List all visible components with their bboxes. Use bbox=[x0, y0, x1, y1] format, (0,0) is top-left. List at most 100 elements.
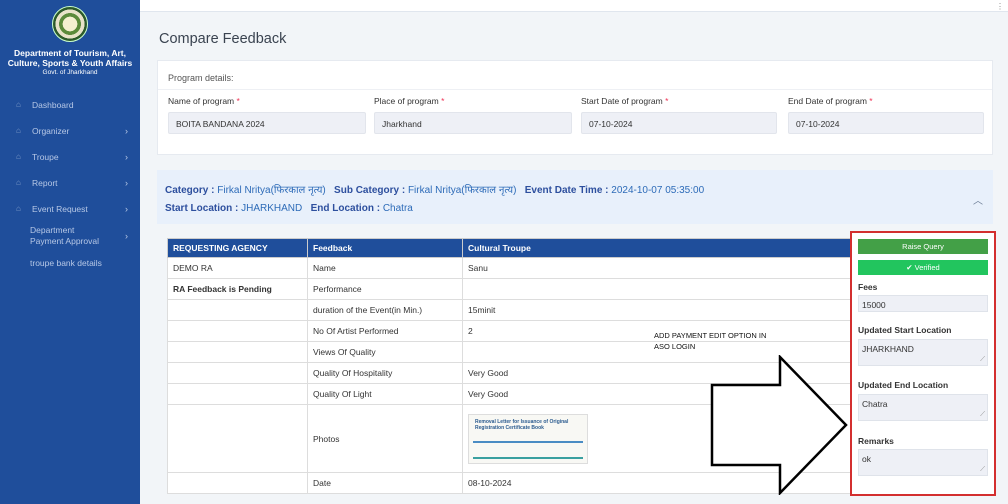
updated-start-location-label: Updated Start Location bbox=[858, 325, 952, 335]
sidebar-item-label: Report bbox=[32, 178, 58, 188]
column-header: Cultural Troupe bbox=[462, 238, 867, 258]
table-cell: Date bbox=[307, 472, 463, 494]
program-details-title: Program details: bbox=[168, 73, 234, 83]
verification-panel: Raise Query ✔ Verified Fees 15000 Update… bbox=[850, 231, 996, 496]
program-start-date-label: Start Date of program * bbox=[581, 96, 669, 106]
program-end-date-label: End Date of program * bbox=[788, 96, 873, 106]
table-header-row: REQUESTING AGENCY Feedback Cultural Trou… bbox=[167, 238, 867, 258]
sidebar-item-label: Dashboard bbox=[32, 100, 74, 110]
table-cell bbox=[167, 362, 308, 384]
main-content: ⋮ Compare Feedback Program details: Name… bbox=[140, 0, 1008, 504]
sidebar-item-event-request[interactable]: ⌂ Event Request › bbox=[0, 196, 140, 222]
table-cell: Quality Of Hospitality bbox=[307, 362, 463, 384]
chevron-right-icon: › bbox=[125, 152, 128, 162]
updated-end-location-textarea[interactable]: Chatra ⟋ bbox=[858, 394, 988, 421]
program-details-card: Program details: Name of program * BOITA… bbox=[157, 60, 993, 155]
program-name-label: Name of program * bbox=[168, 96, 240, 106]
fees-input[interactable]: 15000 bbox=[858, 295, 988, 312]
program-name-field: Name of program * BOITA BANDANA 2024 bbox=[168, 96, 366, 134]
photo-thumbnail[interactable]: Removal Letter for Issuance of Original … bbox=[468, 413, 588, 464]
chevron-right-icon: › bbox=[125, 230, 128, 241]
table-cell bbox=[167, 383, 308, 405]
home-icon: ⌂ bbox=[16, 204, 21, 213]
sidebar-item-dashboard[interactable]: ⌂ Dashboard bbox=[0, 92, 140, 118]
home-icon: ⌂ bbox=[16, 152, 21, 161]
sidebar-item-label: Event Request bbox=[32, 204, 88, 214]
table-cell: No Of Artist Performed bbox=[307, 320, 463, 342]
program-start-date-input[interactable]: 07-10-2024 bbox=[581, 112, 777, 134]
divider bbox=[158, 89, 992, 90]
sidebar-item-organizer[interactable]: ⌂ Organizer › bbox=[0, 118, 140, 144]
raise-query-button[interactable]: Raise Query bbox=[858, 239, 988, 254]
annotation-text: ADD PAYMENT EDIT OPTION IN ASO LOGIN bbox=[654, 331, 767, 351]
table-cell: Performance bbox=[307, 278, 463, 300]
chevron-right-icon: › bbox=[125, 204, 128, 214]
department-name: Department of Tourism, Art, Culture, Spo… bbox=[7, 48, 133, 68]
home-icon: ⌂ bbox=[16, 126, 21, 135]
updated-end-location-label: Updated End Location bbox=[858, 380, 949, 390]
table-cell bbox=[462, 278, 867, 300]
resize-handle-icon[interactable]: ⟋ bbox=[980, 356, 985, 364]
sidebar: Department of Tourism, Art, Culture, Spo… bbox=[0, 0, 140, 504]
location-line: Start Location : JHARKHAND End Location … bbox=[165, 203, 413, 214]
table-cell: Quality Of Light bbox=[307, 383, 463, 405]
sidebar-nav: ⌂ Dashboard ⌂ Organizer › ⌂ Troupe › ⌂ R… bbox=[0, 92, 140, 276]
program-end-date-input[interactable]: 07-10-2024 bbox=[788, 112, 984, 134]
sidebar-item-troupe[interactable]: ⌂ Troupe › bbox=[0, 144, 140, 170]
remarks-label: Remarks bbox=[858, 436, 894, 446]
sidebar-item-label: Department Payment Approval bbox=[30, 225, 99, 246]
more-icon[interactable]: ⋮ bbox=[996, 2, 1004, 11]
table-cell: DEMO RA bbox=[167, 257, 308, 279]
chevron-right-icon: › bbox=[125, 178, 128, 188]
jharkhand-emblem-logo bbox=[52, 6, 88, 42]
table-cell: Name bbox=[307, 257, 463, 279]
program-place-label: Place of program * bbox=[374, 96, 445, 106]
program-name-input[interactable]: BOITA BANDANA 2024 bbox=[168, 112, 366, 134]
table-cell: Sanu bbox=[462, 257, 867, 279]
table-cell bbox=[167, 299, 308, 321]
sidebar-item-troupe-bank-details[interactable]: troupe bank details bbox=[0, 250, 140, 276]
category-line: Category : Firkal Nritya(फिरकाल नृत्य) S… bbox=[165, 185, 705, 196]
home-icon: ⌂ bbox=[16, 100, 21, 109]
table-cell: Photos bbox=[307, 404, 463, 473]
photo-caption: Removal Letter for Issuance of Original … bbox=[475, 418, 569, 431]
fees-label: Fees bbox=[858, 282, 878, 292]
govt-label: Govt. of Jharkhand bbox=[42, 69, 98, 76]
resize-handle-icon[interactable]: ⟋ bbox=[980, 411, 985, 419]
sidebar-item-department-payment-approval[interactable]: Department Payment Approval › bbox=[0, 222, 140, 250]
table-cell bbox=[167, 404, 308, 473]
top-bar: ⋮ bbox=[140, 0, 1008, 12]
table-cell: 15minit bbox=[462, 299, 867, 321]
column-header: Feedback bbox=[307, 238, 463, 258]
column-header: REQUESTING AGENCY bbox=[167, 238, 308, 258]
table-cell: duration of the Event(in Min.) bbox=[307, 299, 463, 321]
program-end-date-field: End Date of program * 07-10-2024 bbox=[788, 96, 984, 134]
photo-bar bbox=[473, 456, 583, 459]
table-cell bbox=[167, 341, 308, 363]
page-title: Compare Feedback bbox=[159, 31, 287, 47]
program-place-input[interactable]: Jharkhand bbox=[374, 112, 572, 134]
table-row: duration of the Event(in Min.) 15minit bbox=[167, 299, 867, 321]
home-icon: ⌂ bbox=[16, 178, 21, 187]
chevron-up-icon[interactable]: ︿ bbox=[973, 192, 983, 207]
event-category-accordion[interactable]: Category : Firkal Nritya(फिरकाल नृत्य) S… bbox=[157, 170, 993, 224]
pending-status: RA Feedback is Pending bbox=[167, 278, 308, 300]
updated-start-location-textarea[interactable]: JHARKHAND ⟋ bbox=[858, 339, 988, 366]
annotation-arrow-icon bbox=[710, 355, 848, 495]
table-row: RA Feedback is Pending Performance bbox=[167, 278, 867, 300]
photo-bar bbox=[473, 440, 583, 443]
table-cell bbox=[167, 320, 308, 342]
program-start-date-field: Start Date of program * 07-10-2024 bbox=[581, 96, 777, 134]
table-row: DEMO RA Name Sanu bbox=[167, 257, 867, 279]
resize-handle-icon[interactable]: ⟋ bbox=[980, 466, 985, 474]
table-cell bbox=[167, 472, 308, 494]
sidebar-item-label: Troupe bbox=[32, 152, 59, 162]
program-place-field: Place of program * Jharkhand bbox=[374, 96, 572, 134]
sidebar-item-label: troupe bank details bbox=[30, 257, 102, 268]
verified-button[interactable]: ✔ Verified bbox=[858, 260, 988, 275]
remarks-textarea[interactable]: ok ⟋ bbox=[858, 449, 988, 476]
sidebar-item-report[interactable]: ⌂ Report › bbox=[0, 170, 140, 196]
table-cell: Views Of Quality bbox=[307, 341, 463, 363]
sidebar-header: Department of Tourism, Art, Culture, Spo… bbox=[0, 0, 140, 92]
sidebar-item-label: Organizer bbox=[32, 126, 70, 136]
